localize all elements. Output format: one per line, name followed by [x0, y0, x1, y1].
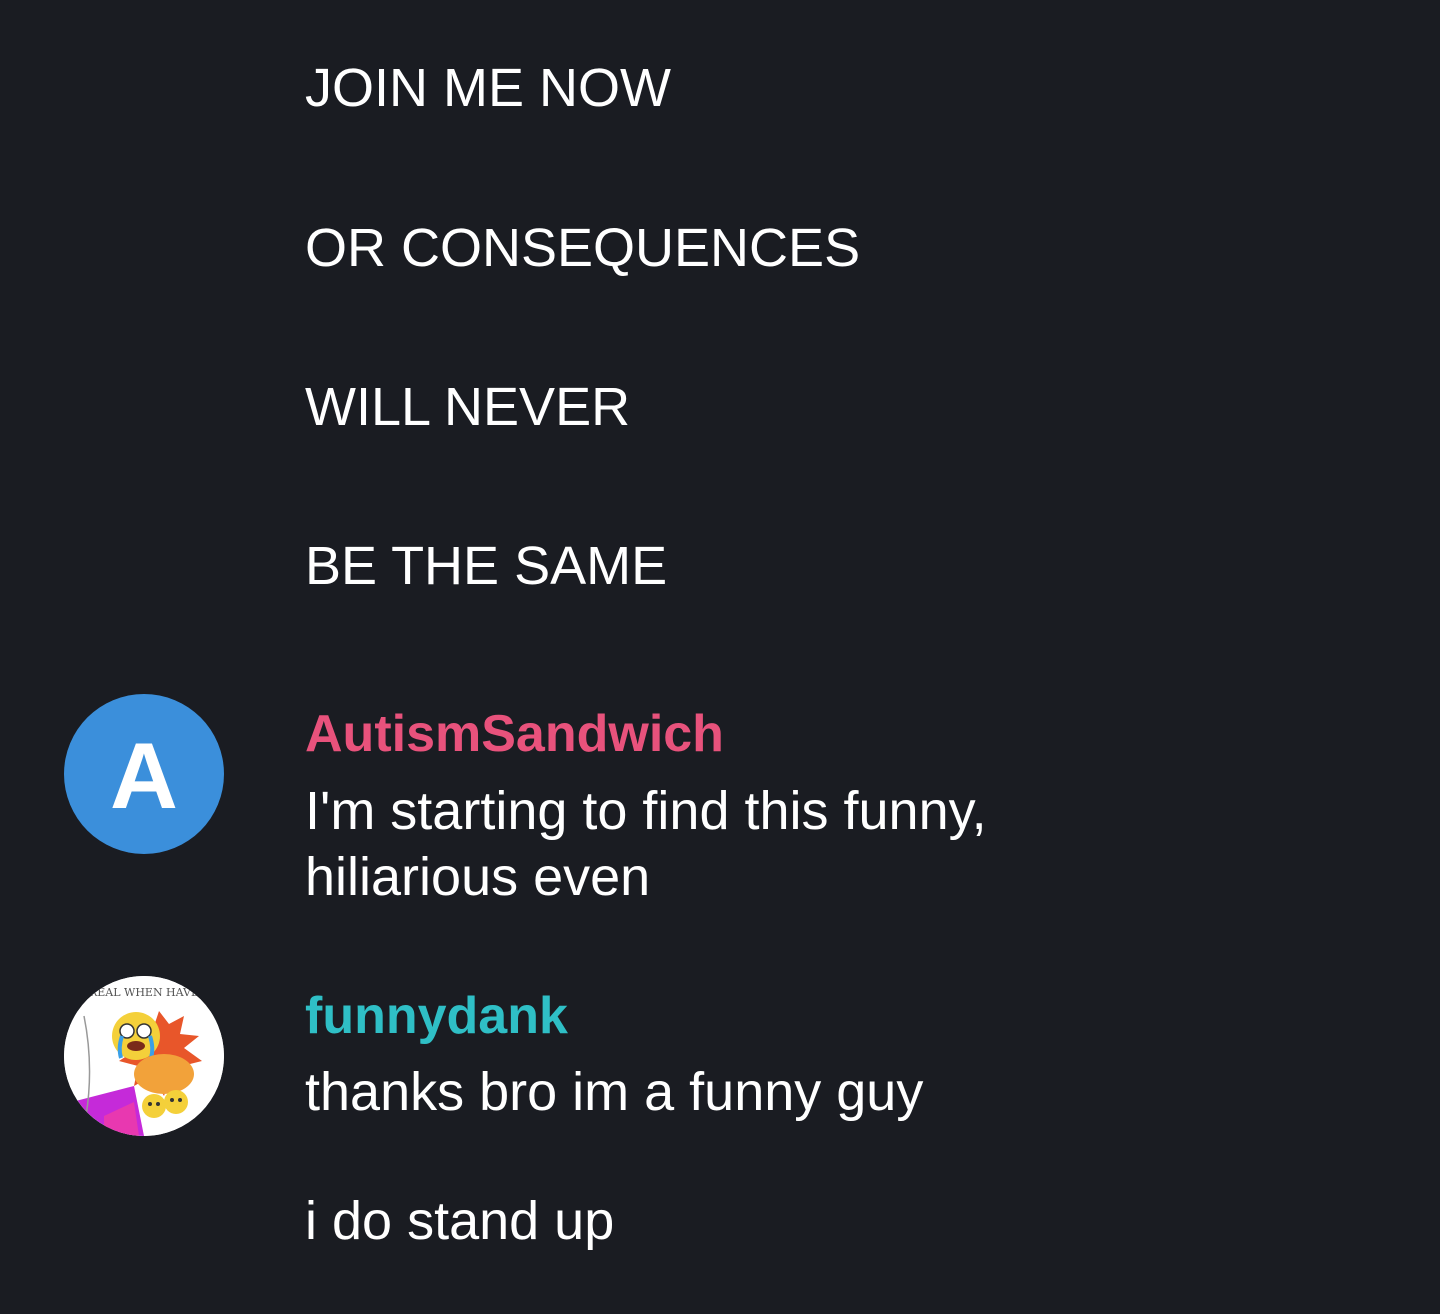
message-line: JOIN ME NOW — [305, 58, 671, 118]
meme-avatar-image: REAL WHEN HAVE — [64, 976, 224, 1136]
message-line: hiliarious even — [305, 847, 651, 907]
avatar[interactable]: REAL WHEN HAVE — [64, 976, 224, 1136]
message-line: WILL NEVER — [305, 377, 631, 437]
username[interactable]: funnydank — [305, 986, 568, 1046]
avatar-letter: A — [110, 723, 178, 828]
chat-view: JOIN ME NOW OR CONSEQUENCES WILL NEVER B… — [0, 0, 1440, 1314]
message-line: thanks bro im a funny guy — [305, 1062, 924, 1122]
avatar[interactable]: A — [64, 694, 224, 854]
username[interactable]: AutismSandwich — [305, 704, 724, 764]
message-line: I'm starting to find this funny, — [305, 781, 987, 841]
message-line: BE THE SAME — [305, 536, 668, 596]
message-line: OR CONSEQUENCES — [305, 218, 861, 278]
message-line: i do stand up — [305, 1191, 615, 1251]
avatar-caption: REAL WHEN HAVE — [89, 986, 199, 999]
